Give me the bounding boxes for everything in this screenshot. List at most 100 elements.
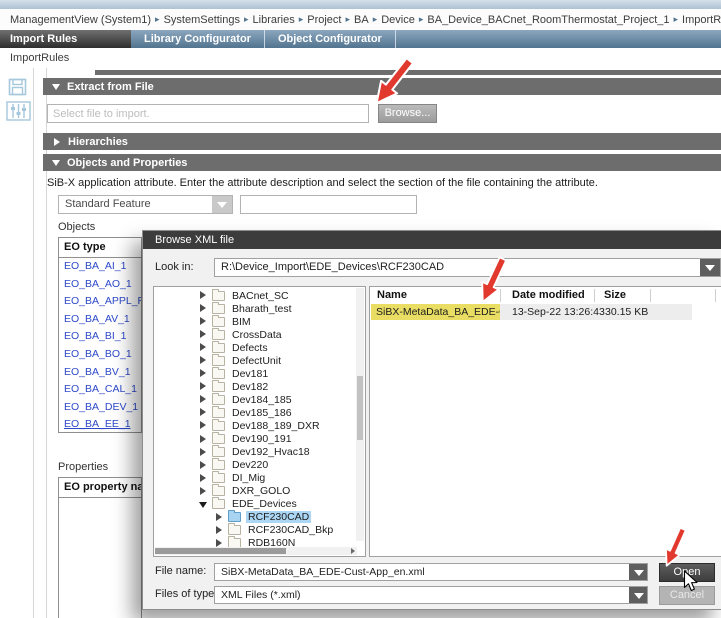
attribute-description-text: SiB-X application attribute. Enter the a… (47, 177, 598, 189)
column-divider[interactable] (594, 289, 595, 302)
look-in-select[interactable]: R:\Device_Import\EDE_Devices\RCF230CAD (214, 258, 721, 277)
breadcrumb-item[interactable]: Device (381, 14, 415, 26)
scrollbar-thumb[interactable] (357, 376, 363, 440)
expand-icon[interactable] (199, 343, 208, 352)
section-hierarchies[interactable]: Hierarchies (43, 133, 721, 150)
folder-icon (228, 525, 241, 535)
eo-type-row[interactable]: EO_BA_BI_1 (59, 328, 141, 346)
tree-item[interactable]: RCF230CAD (155, 511, 355, 524)
expand-icon[interactable] (199, 304, 208, 313)
breadcrumb-item[interactable]: Project (307, 14, 341, 26)
tree-item[interactable]: Dev192_Hvac18 (155, 446, 355, 459)
file-name-cell[interactable]: SiBX-MetaData_BA_EDE-Cus... (371, 304, 500, 320)
column-header-date-modified[interactable]: Date modified (512, 287, 585, 304)
tree-item[interactable]: Dev185_186 (155, 406, 355, 419)
expand-icon[interactable] (199, 356, 208, 365)
breadcrumb: ManagementView (System1)▸SystemSettings▸… (0, 9, 721, 30)
breadcrumb-item[interactable]: Libraries (253, 14, 295, 26)
dialog-titlebar[interactable]: Browse XML file (143, 231, 721, 249)
tab-library-configurator[interactable]: Library Configurator (131, 30, 265, 48)
tree-item[interactable]: EDE_Devices (155, 498, 355, 511)
chevron-down-icon[interactable] (700, 259, 720, 276)
scrollbar-thumb[interactable] (155, 548, 286, 554)
tab-object-configurator[interactable]: Object Configurator (265, 30, 396, 48)
expand-icon[interactable] (199, 395, 208, 404)
expand-icon[interactable] (199, 317, 208, 326)
tree-item[interactable]: Dev182 (155, 380, 355, 393)
column-header-name[interactable]: Name (377, 287, 407, 304)
expand-icon[interactable] (199, 487, 208, 496)
files-of-type-label: Files of type: (155, 588, 217, 600)
files-of-type-select[interactable]: XML Files (*.xml) (214, 586, 648, 604)
eo-type-row[interactable]: EO_BA_AO_1 (59, 276, 141, 294)
collapse-icon[interactable] (199, 500, 208, 509)
chevron-down-icon[interactable] (629, 564, 647, 580)
attribute-description-input[interactable] (240, 195, 417, 214)
tree-item[interactable]: RCF230CAD_Bkp (155, 524, 355, 537)
file-import-input[interactable] (47, 104, 369, 123)
save-button[interactable] (8, 78, 27, 96)
expand-icon[interactable] (215, 513, 224, 522)
tree-item[interactable]: DXR_GOLO (155, 485, 355, 498)
tree-item-label: Bharath_test (230, 303, 294, 315)
expand-icon[interactable] (199, 421, 208, 430)
scroll-right-icon[interactable] (351, 548, 355, 554)
tree-item[interactable]: BACnet_SC (155, 289, 355, 302)
tree-item[interactable]: DefectUnit (155, 354, 355, 367)
tab-import-rules[interactable]: Import Rules (0, 30, 131, 48)
file-size-cell: 30.15 KB (605, 304, 648, 320)
expand-icon[interactable] (199, 330, 208, 339)
chevron-down-icon[interactable] (212, 196, 232, 213)
tree-item[interactable]: Defects (155, 341, 355, 354)
expand-icon[interactable] (199, 461, 208, 470)
tree-vertical-scrollbar[interactable] (356, 288, 364, 541)
expand-icon[interactable] (199, 435, 208, 444)
tree-item-label: EDE_Devices (230, 498, 299, 510)
eo-type-row[interactable]: EO_BA_BO_1 (59, 346, 141, 364)
expand-icon[interactable] (199, 291, 208, 300)
filter-settings-button[interactable] (6, 101, 31, 121)
tree-item[interactable]: Dev220 (155, 459, 355, 472)
tree-item[interactable]: Dev181 (155, 367, 355, 380)
tree-item[interactable]: CrossData (155, 328, 355, 341)
expand-icon[interactable] (199, 474, 208, 483)
section-objects-and-properties[interactable]: Objects and Properties (43, 154, 721, 171)
eo-type-row[interactable]: EO_BA_DEV_1 (59, 399, 141, 417)
eo-type-row[interactable]: EO_BA_EE_1 (59, 416, 141, 433)
feature-type-value: Standard Feature (65, 196, 210, 213)
feature-type-select[interactable]: Standard Feature (58, 195, 233, 214)
tree-item[interactable]: Dev184_185 (155, 393, 355, 406)
eo-type-row[interactable]: EO_BA_AI_1 (59, 258, 141, 276)
tree-item[interactable]: DI_Mig (155, 472, 355, 485)
eo-type-row[interactable]: EO_BA_CAL_1 (59, 381, 141, 399)
chevron-down-icon[interactable] (629, 587, 647, 603)
expand-icon[interactable] (199, 382, 208, 391)
eo-type-row[interactable]: EO_BA_BV_1 (59, 364, 141, 382)
breadcrumb-item[interactable]: ManagementView (System1) (10, 14, 151, 26)
file-name-combo[interactable]: SiBX-MetaData_BA_EDE-Cust-App_en.xml (214, 563, 648, 581)
breadcrumb-item[interactable]: BA_Device_BACnet_RoomThermostat_Project_… (427, 14, 669, 26)
eo-type-header: EO type (59, 238, 141, 258)
tree-item[interactable]: BIM (155, 315, 355, 328)
column-header-size[interactable]: Size (604, 287, 626, 304)
folder-icon (212, 382, 225, 392)
expand-icon[interactable] (215, 526, 224, 535)
tree-item[interactable]: Dev190_191 (155, 433, 355, 446)
expand-icon[interactable] (199, 408, 208, 417)
expand-icon[interactable] (199, 369, 208, 378)
eo-type-row[interactable]: EO_BA_APPL_Roo (59, 293, 141, 311)
expand-icon[interactable] (199, 448, 208, 457)
breadcrumb-item[interactable]: ImportRules (682, 14, 721, 26)
column-divider[interactable] (650, 289, 651, 302)
tree-item-label: BACnet_SC (230, 290, 291, 302)
breadcrumb-item[interactable]: BA (354, 14, 369, 26)
tree-horizontal-scrollbar[interactable] (155, 547, 357, 555)
breadcrumb-item[interactable]: SystemSettings (164, 14, 240, 26)
column-divider[interactable] (715, 289, 716, 302)
tree-item-label: Dev220 (230, 459, 270, 471)
tree-item[interactable]: Bharath_test (155, 302, 355, 315)
divider (46, 68, 47, 618)
tree-item[interactable]: Dev188_189_DXR (155, 419, 355, 432)
eo-type-row[interactable]: EO_BA_AV_1 (59, 311, 141, 329)
eo-property-header: EO property nam (59, 478, 141, 498)
